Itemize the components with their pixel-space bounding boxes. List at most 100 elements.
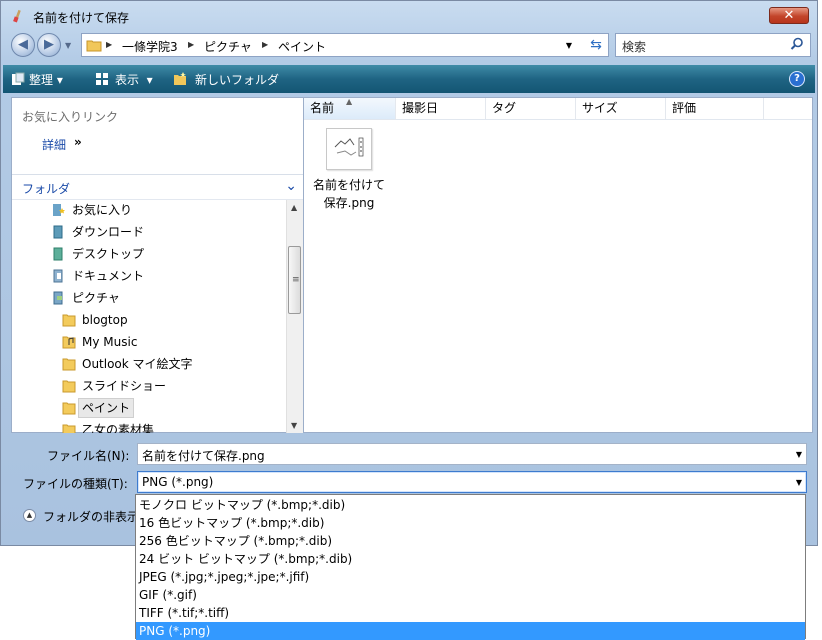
views-button[interactable]: 表示 ▾	[115, 71, 153, 88]
folder-icon	[62, 380, 76, 393]
tree-item-label: スライドショー	[82, 379, 167, 393]
column-label: 評価	[672, 101, 697, 115]
image-thumbnail-icon	[334, 137, 364, 157]
grip-icon: ≡	[292, 275, 300, 285]
desktop-folder-icon	[53, 247, 63, 261]
breadcrumb-arrow-icon[interactable]: ▶	[188, 40, 194, 49]
filetype-option[interactable]: 256 色ビットマップ (*.bmp;*.dib)	[136, 532, 805, 550]
new-folder-icon	[174, 72, 186, 85]
breadcrumb-arrow-icon[interactable]: ▶	[106, 40, 112, 49]
chevron-up-icon: ▲	[23, 509, 36, 522]
scroll-down-icon[interactable]: ▼	[291, 421, 297, 430]
breadcrumb-arrow-icon[interactable]: ▶	[262, 40, 268, 49]
file-name-line: 名前を付けて	[312, 178, 385, 192]
filetype-option[interactable]: JPEG (*.jpg;*.jpeg;*.jpe;*.jfif)	[136, 568, 805, 586]
favorite-links-header: お気に入りリンク	[22, 110, 119, 124]
help-icon[interactable]: ?	[789, 71, 805, 87]
tree-item-label: お気に入り	[72, 203, 133, 217]
documents-folder-icon	[53, 269, 63, 283]
organize-button[interactable]: 整理 ▾	[29, 71, 63, 88]
title-bar[interactable]: 名前を付けて保存 ✕	[1, 1, 817, 31]
filetype-option[interactable]: GIF (*.gif)	[136, 586, 805, 604]
search-icon[interactable]	[790, 37, 804, 51]
tree-item-label: 乙女の素材集	[82, 423, 155, 433]
address-bar[interactable]: ▶ 一條学院3 ▶ ピクチャ ▶ ペイント ▼	[81, 33, 609, 57]
tree-item-label: ドキュメント	[72, 269, 145, 283]
filetype-select[interactable]: PNG (*.png) ▼	[137, 471, 807, 493]
file-name: 名前を付けて 保存.png	[310, 176, 388, 212]
folders-bar[interactable]: フォルダ ⌄	[12, 174, 303, 200]
column-header-date-taken[interactable]: 撮影日	[396, 98, 486, 119]
breadcrumb-item[interactable]: ピクチャ	[204, 38, 252, 55]
back-button[interactable]: ◀	[11, 33, 35, 57]
file-item[interactable]: 名前を付けて 保存.png	[310, 128, 388, 212]
column-header-rating[interactable]: 評価	[666, 98, 764, 119]
music-folder-icon	[62, 336, 76, 349]
tree-item-label: デスクトップ	[72, 247, 145, 261]
dropdown-arrow-icon[interactable]: ▼	[796, 450, 802, 459]
refresh-button[interactable]: ⇆	[583, 35, 609, 55]
breadcrumb-item[interactable]: 一條学院3	[122, 38, 178, 55]
filename-value: 名前を付けて保存.png	[142, 449, 265, 463]
sort-ascending-icon: ▲	[346, 97, 353, 106]
new-folder-button[interactable]: 新しいフォルダ	[195, 71, 279, 88]
filetype-option[interactable]: モノクロ ビットマップ (*.bmp;*.dib)	[136, 496, 805, 514]
command-toolbar: 整理 ▾ 表示 ▾ 新しいフォルダ ?	[3, 65, 815, 93]
column-label: サイズ	[582, 101, 618, 115]
tree-item-label: ピクチャ	[72, 291, 120, 305]
filename-input[interactable]: 名前を付けて保存.png ▼	[137, 443, 807, 465]
folders-label: フォルダ	[22, 182, 71, 196]
tree-item-label: ペイント	[78, 398, 135, 418]
organize-icon	[12, 72, 25, 85]
chevron-down-icon[interactable]: ⌄	[285, 178, 297, 194]
filetype-option[interactable]: TIFF (*.tif;*.tiff)	[136, 604, 805, 622]
dropdown-arrow-icon[interactable]: ▼	[796, 478, 802, 487]
filetype-label: ファイルの種類(T):	[23, 477, 128, 491]
tree-item-label: My Music	[82, 335, 138, 349]
chevron-right-icon[interactable]: »	[74, 135, 82, 149]
downloads-folder-icon	[53, 225, 63, 239]
breadcrumb-item[interactable]: ペイント	[278, 38, 326, 55]
folder-icon	[86, 40, 102, 52]
forward-button[interactable]: ▶	[37, 33, 61, 57]
address-row: ◀ ▶ ▼ ▶ 一條学院3 ▶ ピクチャ ▶ ペイント ▼ ⇆ 検索	[1, 31, 817, 61]
folder-icon	[62, 402, 76, 415]
window-title: 名前を付けて保存	[33, 11, 130, 25]
folder-icon	[62, 424, 76, 433]
views-icon	[96, 73, 108, 85]
views-label: 表示	[115, 73, 140, 87]
file-list-pane: ▲ 名前 撮影日 タグ サイズ 評価 名前を付けて 保存.png	[303, 97, 813, 433]
search-input[interactable]: 検索	[615, 33, 811, 57]
folder-icon	[62, 358, 76, 371]
scroll-up-icon[interactable]: ▲	[291, 203, 297, 212]
organize-label: 整理	[29, 73, 54, 87]
favorites-icon	[53, 204, 65, 216]
column-header-size[interactable]: サイズ	[576, 98, 666, 119]
close-button[interactable]: ✕	[769, 7, 809, 24]
recent-pages-icon[interactable]: ▼	[65, 41, 71, 50]
image-thumbnail	[326, 128, 372, 170]
column-header-name[interactable]: ▲ 名前	[304, 97, 396, 119]
tree-item-label: ダウンロード	[72, 225, 145, 239]
tree-item-label: Outlook マイ絵文字	[82, 357, 193, 371]
column-label: タグ	[492, 101, 517, 115]
file-name-line: 保存.png	[323, 196, 375, 210]
filename-label: ファイル名(N):	[47, 449, 130, 463]
search-placeholder: 検索	[622, 40, 647, 54]
folder-tree: お気に入り ダウンロード デスクトップ ドキュメント ピクチャ blogtop	[12, 200, 286, 433]
filetype-value: PNG (*.png)	[142, 475, 214, 489]
navigation-pane: お気に入りリンク 詳細 » フォルダ ⌄ お気に入り ダウンロード デスクトップ…	[11, 97, 303, 433]
column-label: 撮影日	[402, 101, 439, 115]
filetype-dropdown-list: モノクロ ビットマップ (*.bmp;*.dib) 16 色ビットマップ (*.…	[135, 494, 806, 640]
tree-item-label: blogtop	[82, 313, 128, 327]
filetype-option-selected[interactable]: PNG (*.png)	[136, 622, 805, 640]
filetype-option[interactable]: 16 色ビットマップ (*.bmp;*.dib)	[136, 514, 805, 532]
pictures-folder-icon	[53, 291, 63, 305]
tree-scrollbar[interactable]: ▲ ≡ ▼	[286, 200, 303, 433]
filetype-option[interactable]: 24 ビット ビットマップ (*.bmp;*.dib)	[136, 550, 805, 568]
details-link[interactable]: 詳細	[42, 136, 66, 153]
column-header-tags[interactable]: タグ	[486, 98, 576, 119]
scrollbar-thumb[interactable]: ≡	[288, 246, 301, 314]
address-dropdown-icon[interactable]: ▼	[566, 41, 572, 50]
hide-folders-label: フォルダの非表示	[43, 510, 140, 524]
